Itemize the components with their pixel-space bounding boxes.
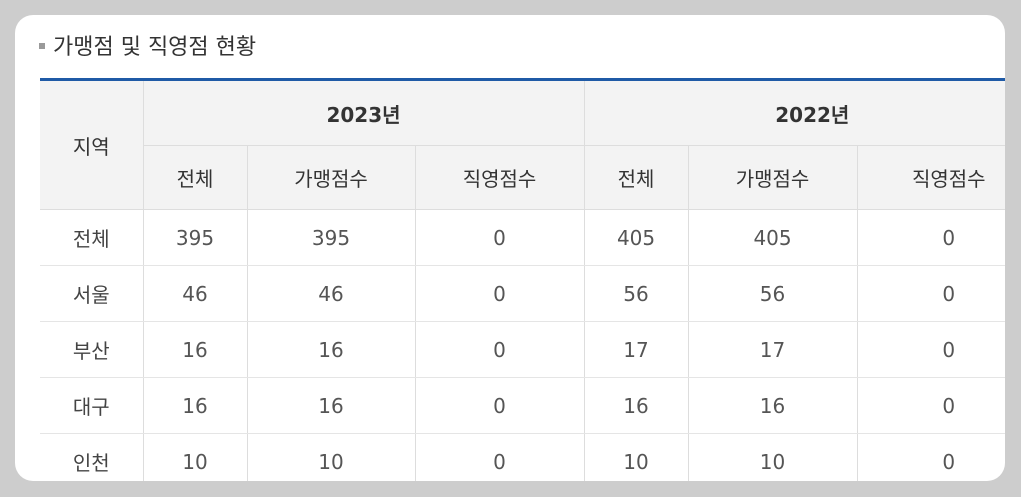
table-row: 전체 395 395 0 405 405 0 bbox=[40, 209, 1005, 266]
table-row: 인천 10 10 0 10 10 0 bbox=[40, 433, 1005, 481]
column-header-2022: 2022년 bbox=[583, 78, 1005, 146]
value-cell: 16 bbox=[583, 377, 689, 434]
value-cell: 395 bbox=[142, 209, 247, 266]
value-cell: 16 bbox=[142, 377, 247, 434]
value-cell: 46 bbox=[246, 265, 415, 322]
column-header-2023-franchise: 가맹점수 bbox=[246, 145, 415, 210]
value-cell: 0 bbox=[856, 321, 1005, 378]
region-cell: 전체 bbox=[40, 209, 143, 266]
table-row: 서울 46 46 0 56 56 0 bbox=[40, 265, 1005, 322]
value-cell: 0 bbox=[856, 209, 1005, 266]
header-row-years: 지역 2023년 2022년 bbox=[40, 78, 1005, 210]
value-cell: 10 bbox=[142, 433, 247, 481]
value-cell: 56 bbox=[583, 265, 689, 322]
value-cell: 10 bbox=[687, 433, 858, 481]
region-cell: 서울 bbox=[40, 265, 143, 322]
value-cell: 0 bbox=[414, 265, 585, 322]
region-cell: 부산 bbox=[40, 321, 143, 378]
value-cell: 0 bbox=[856, 433, 1005, 481]
value-cell: 16 bbox=[687, 377, 858, 434]
value-cell: 17 bbox=[687, 321, 858, 378]
column-header-region: 지역 bbox=[40, 78, 143, 210]
column-header-2022-direct: 직영점수 bbox=[856, 145, 1005, 210]
table-wrapper: 지역 2023년 2022년 전체 가맹점수 직영점수 전체 가맹점수 직영점수… bbox=[40, 78, 1005, 481]
region-cell: 대구 bbox=[40, 377, 143, 434]
column-header-2022-franchise: 가맹점수 bbox=[687, 145, 858, 210]
value-cell: 0 bbox=[414, 433, 585, 481]
value-cell: 16 bbox=[246, 321, 415, 378]
section-title-text: 가맹점 및 직영점 현황 bbox=[53, 35, 257, 60]
square-bullet-icon bbox=[39, 43, 45, 49]
table-row: 대구 16 16 0 16 16 0 bbox=[40, 377, 1005, 434]
value-cell: 405 bbox=[687, 209, 858, 266]
column-header-2023-direct: 직영점수 bbox=[414, 145, 585, 210]
value-cell: 10 bbox=[583, 433, 689, 481]
value-cell: 0 bbox=[414, 209, 585, 266]
region-cell: 인천 bbox=[40, 433, 143, 481]
column-header-2022-total: 전체 bbox=[583, 145, 689, 210]
value-cell: 405 bbox=[583, 209, 689, 266]
value-cell: 0 bbox=[856, 265, 1005, 322]
table-row: 부산 16 16 0 17 17 0 bbox=[40, 321, 1005, 378]
value-cell: 56 bbox=[687, 265, 858, 322]
column-header-2023-total: 전체 bbox=[142, 145, 247, 210]
column-header-2023: 2023년 bbox=[142, 78, 585, 146]
value-cell: 16 bbox=[142, 321, 247, 378]
value-cell: 395 bbox=[246, 209, 415, 266]
value-cell: 16 bbox=[246, 377, 415, 434]
value-cell: 10 bbox=[246, 433, 415, 481]
franchise-status-table: 지역 2023년 2022년 전체 가맹점수 직영점수 전체 가맹점수 직영점수… bbox=[40, 78, 1005, 481]
section-title: 가맹점 및 직영점 현황 bbox=[39, 28, 256, 62]
value-cell: 0 bbox=[414, 321, 585, 378]
value-cell: 46 bbox=[142, 265, 247, 322]
value-cell: 0 bbox=[856, 377, 1005, 434]
franchise-status-card: 가맹점 및 직영점 현황 지역 2023년 2022년 전체 가맹점수 직영점수… bbox=[15, 15, 1005, 481]
value-cell: 0 bbox=[414, 377, 585, 434]
header-row-subcolumns: 전체 가맹점수 직영점수 전체 가맹점수 직영점수 bbox=[40, 145, 1005, 210]
value-cell: 17 bbox=[583, 321, 689, 378]
